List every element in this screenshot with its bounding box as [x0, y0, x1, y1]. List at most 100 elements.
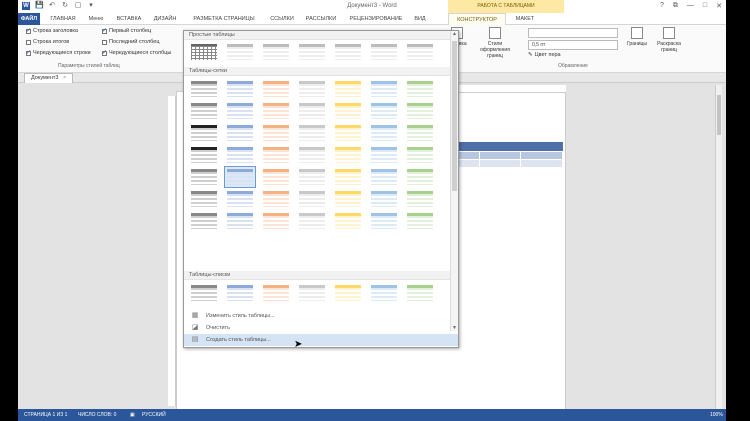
table-style-swatch[interactable]: [188, 144, 220, 166]
table-style-swatch[interactable]: [296, 41, 328, 63]
table-style-swatch[interactable]: [332, 166, 364, 188]
word-count[interactable]: ЧИСЛО СЛОВ: 0: [78, 409, 116, 421]
table-style-swatch[interactable]: [188, 188, 220, 210]
table-style-swatch[interactable]: [224, 210, 256, 232]
modify-table-style-item[interactable]: ▦ Изменить стиль таблицы...: [184, 310, 458, 322]
checkbox[interactable]: [26, 49, 31, 56]
table-style-swatch[interactable]: [224, 282, 256, 304]
table-style-swatch[interactable]: [224, 144, 256, 166]
table-style-swatch[interactable]: [368, 282, 400, 304]
tab-table-layout[interactable]: МАКЕТ: [510, 13, 540, 25]
line-style-dropdown[interactable]: [528, 28, 618, 38]
table-style-swatch[interactable]: [188, 41, 220, 63]
table-style-swatch[interactable]: [224, 78, 256, 100]
table-style-swatch[interactable]: [296, 166, 328, 188]
tab-home[interactable]: ГЛАВНАЯ: [44, 13, 82, 25]
tab-review[interactable]: РЕЦЕНЗИРОВАНИЕ: [344, 13, 408, 25]
table-style-swatch[interactable]: [296, 100, 328, 122]
tab-table-design[interactable]: КОНСТРУКТОР: [448, 13, 506, 25]
close-tab-icon[interactable]: ×: [63, 75, 66, 81]
table-style-swatch[interactable]: [260, 282, 292, 304]
table-style-swatch[interactable]: [332, 41, 364, 63]
table-style-swatch[interactable]: [224, 41, 256, 63]
table-style-swatch[interactable]: [368, 78, 400, 100]
table-style-swatch[interactable]: [404, 166, 436, 188]
tab-insert[interactable]: ВСТАВКА: [111, 13, 147, 25]
table-style-swatch[interactable]: [332, 100, 364, 122]
table-style-swatch[interactable]: [368, 144, 400, 166]
borders-button[interactable]: Границы: [626, 27, 648, 47]
document-tab[interactable]: Документ3 ×: [24, 73, 74, 83]
table-style-swatch[interactable]: [296, 210, 328, 232]
tab-menu[interactable]: Меню: [85, 13, 107, 25]
checkbox[interactable]: [26, 27, 31, 34]
proofing-icon[interactable]: ▣: [130, 409, 135, 421]
maximize-icon[interactable]: □: [703, 2, 707, 10]
table-style-swatch[interactable]: [224, 166, 256, 188]
border-styles-button[interactable]: Стили оформления границ: [474, 27, 516, 59]
table-style-swatch[interactable]: [188, 282, 220, 304]
tab-file[interactable]: ФАЙЛ: [18, 13, 40, 25]
table-style-swatch[interactable]: [404, 282, 436, 304]
table-style-swatch[interactable]: [260, 122, 292, 144]
total-row-option[interactable]: Строка итогов: [26, 39, 69, 45]
tab-mailings[interactable]: РАССЫЛКИ: [301, 13, 341, 25]
table-style-swatch[interactable]: [260, 41, 292, 63]
table-style-swatch[interactable]: [404, 144, 436, 166]
table-style-swatch[interactable]: [188, 122, 220, 144]
table-style-swatch[interactable]: [188, 166, 220, 188]
tab-page-layout[interactable]: РАЗМЕТКА СТРАНИЦЫ: [184, 13, 264, 25]
scrollbar-thumb[interactable]: [717, 95, 721, 135]
table-style-swatch[interactable]: [296, 122, 328, 144]
gallery-scrollbar[interactable]: ▲ ▼: [450, 31, 458, 331]
table-style-swatch[interactable]: [404, 188, 436, 210]
table-style-swatch[interactable]: [368, 41, 400, 63]
table-style-swatch[interactable]: [332, 78, 364, 100]
table-style-swatch[interactable]: [224, 100, 256, 122]
table-style-swatch[interactable]: [296, 144, 328, 166]
last-column-option[interactable]: Последний столбец: [102, 39, 159, 45]
table-style-swatch[interactable]: [332, 210, 364, 232]
banded-columns-option[interactable]: Чередующиеся столбцы: [102, 49, 171, 56]
table-style-swatch[interactable]: [368, 166, 400, 188]
table-style-swatch[interactable]: [260, 166, 292, 188]
document-scrollbar[interactable]: [715, 85, 722, 409]
clear-table-style-item[interactable]: ◪ Очистить: [184, 322, 458, 334]
table-style-swatch[interactable]: [368, 188, 400, 210]
checkbox[interactable]: [102, 49, 107, 56]
table-style-swatch[interactable]: [224, 122, 256, 144]
table-style-swatch[interactable]: [332, 282, 364, 304]
table-style-swatch[interactable]: [296, 188, 328, 210]
table-style-swatch[interactable]: [368, 100, 400, 122]
header-row-option[interactable]: Строка заголовка: [26, 27, 78, 34]
table-style-swatch[interactable]: [296, 282, 328, 304]
table-style-swatch[interactable]: [368, 210, 400, 232]
table-style-swatch[interactable]: [188, 78, 220, 100]
table-style-swatch[interactable]: [332, 144, 364, 166]
table-style-swatch[interactable]: [404, 122, 436, 144]
table-style-swatch[interactable]: [296, 78, 328, 100]
ribbon-display-icon[interactable]: ⧉: [673, 2, 678, 10]
language[interactable]: РУССКИЙ: [142, 409, 166, 421]
close-icon[interactable]: ✕: [716, 2, 722, 10]
help-icon[interactable]: ?: [660, 2, 664, 10]
border-painter-button[interactable]: Раскраска границ: [652, 27, 686, 53]
table-style-swatch[interactable]: [332, 188, 364, 210]
tab-design[interactable]: ДИЗАЙН: [150, 13, 180, 25]
new-table-style-item[interactable]: ▤ Создать стиль таблицы...: [184, 334, 458, 346]
pen-weight-dropdown[interactable]: 0,5 пт: [528, 40, 618, 50]
tab-references[interactable]: ССЫЛКИ: [267, 13, 297, 25]
pen-color-dropdown[interactable]: ✎ Цвет пера: [528, 52, 561, 58]
table-style-swatch[interactable]: [404, 78, 436, 100]
table-style-swatch[interactable]: [188, 100, 220, 122]
minimize-icon[interactable]: —: [687, 2, 694, 10]
first-column-option[interactable]: Первый столбец: [102, 27, 151, 34]
table-style-swatch[interactable]: [260, 100, 292, 122]
table-style-swatch[interactable]: [260, 210, 292, 232]
page-count[interactable]: СТРАНИЦА 1 ИЗ 1: [24, 409, 67, 421]
table-style-swatch[interactable]: [188, 210, 220, 232]
table-style-swatch[interactable]: [404, 210, 436, 232]
scrollbar-thumb[interactable]: [452, 41, 457, 191]
table-style-swatch[interactable]: [260, 144, 292, 166]
checkbox[interactable]: [102, 39, 107, 45]
